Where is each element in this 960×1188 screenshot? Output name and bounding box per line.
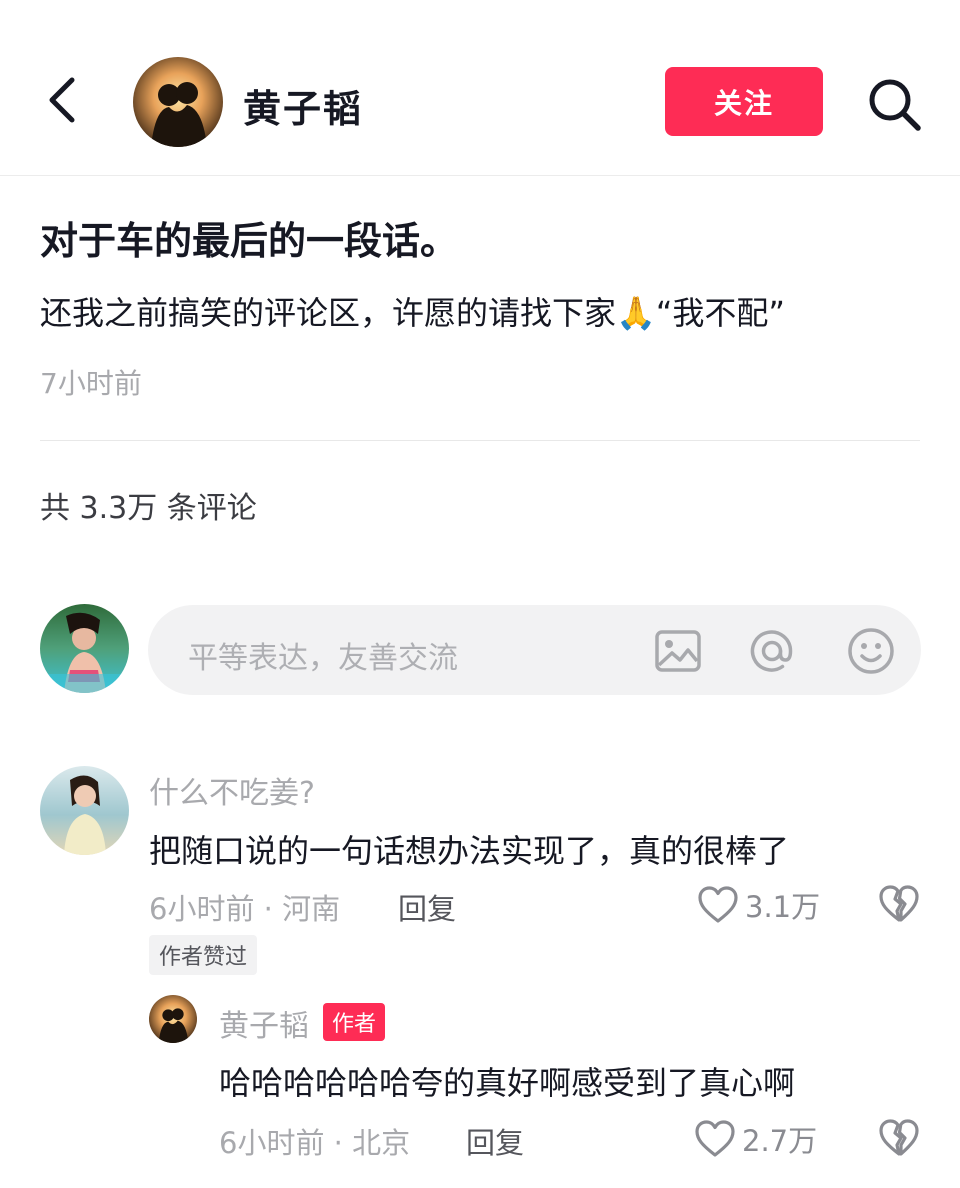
comment-input[interactable]: 平等表达，友善交流	[148, 605, 921, 695]
author-avatar[interactable]	[133, 57, 223, 147]
back-button[interactable]	[40, 70, 90, 130]
search-button[interactable]	[864, 74, 924, 134]
like-count: 3.1万	[745, 890, 821, 924]
divider	[40, 440, 920, 441]
heart-icon	[695, 1120, 735, 1157]
reply-like-button[interactable]: 2.7万	[694, 1118, 817, 1160]
broken-heart-icon	[879, 1119, 919, 1156]
like-button[interactable]: 3.1万	[697, 884, 820, 926]
search-icon	[869, 79, 921, 131]
comment-meta: 6小时前 · 河南	[149, 892, 341, 926]
dislike-button[interactable]	[878, 884, 920, 928]
top-bar: 黄子韬 关注	[0, 0, 960, 176]
commenter-avatar[interactable]	[40, 766, 129, 855]
author-name[interactable]: 黄子韬	[243, 78, 363, 133]
comment-input-placeholder: 平等表达，友善交流	[188, 641, 458, 676]
reply-author-avatar[interactable]	[149, 995, 197, 1043]
post-time: 7小时前	[40, 367, 142, 400]
smiley-icon	[848, 628, 894, 674]
reply-button[interactable]: 回复	[466, 1120, 524, 1162]
reply-button[interactable]: 回复	[398, 886, 456, 928]
mention-button[interactable]	[746, 625, 798, 677]
reply-text: 哈哈哈哈哈哈夸的真好啊感受到了真心啊	[219, 1064, 796, 1102]
reply-author-name[interactable]: 黄子韬	[219, 1001, 309, 1045]
post-title: 对于车的最后的一段话。	[40, 219, 459, 263]
comment-text: 把随口说的一句话想办法实现了，真的很棒了	[149, 832, 790, 870]
chevron-left-icon	[49, 77, 75, 123]
emoji-button[interactable]	[845, 625, 897, 677]
at-icon	[750, 630, 793, 672]
reply-dislike-button[interactable]	[878, 1118, 920, 1162]
post-body: 还我之前搞笑的评论区，许愿的请找下家🙏“我不配”	[40, 294, 786, 332]
commenter-name[interactable]: 什么不吃姜?	[149, 768, 315, 812]
reply-meta: 6小时前 · 北京	[219, 1126, 411, 1160]
like-count: 2.7万	[742, 1124, 818, 1158]
broken-heart-icon	[879, 885, 919, 922]
author-badge: 作者	[323, 1003, 386, 1041]
author-liked-badge: 作者赞过	[149, 935, 258, 975]
image-icon	[655, 630, 701, 672]
image-button[interactable]	[652, 625, 704, 677]
my-avatar	[40, 604, 129, 693]
comment-count: 共 3.3万 条评论	[40, 491, 257, 526]
follow-button[interactable]: 关注	[665, 67, 823, 136]
heart-icon	[698, 886, 738, 923]
